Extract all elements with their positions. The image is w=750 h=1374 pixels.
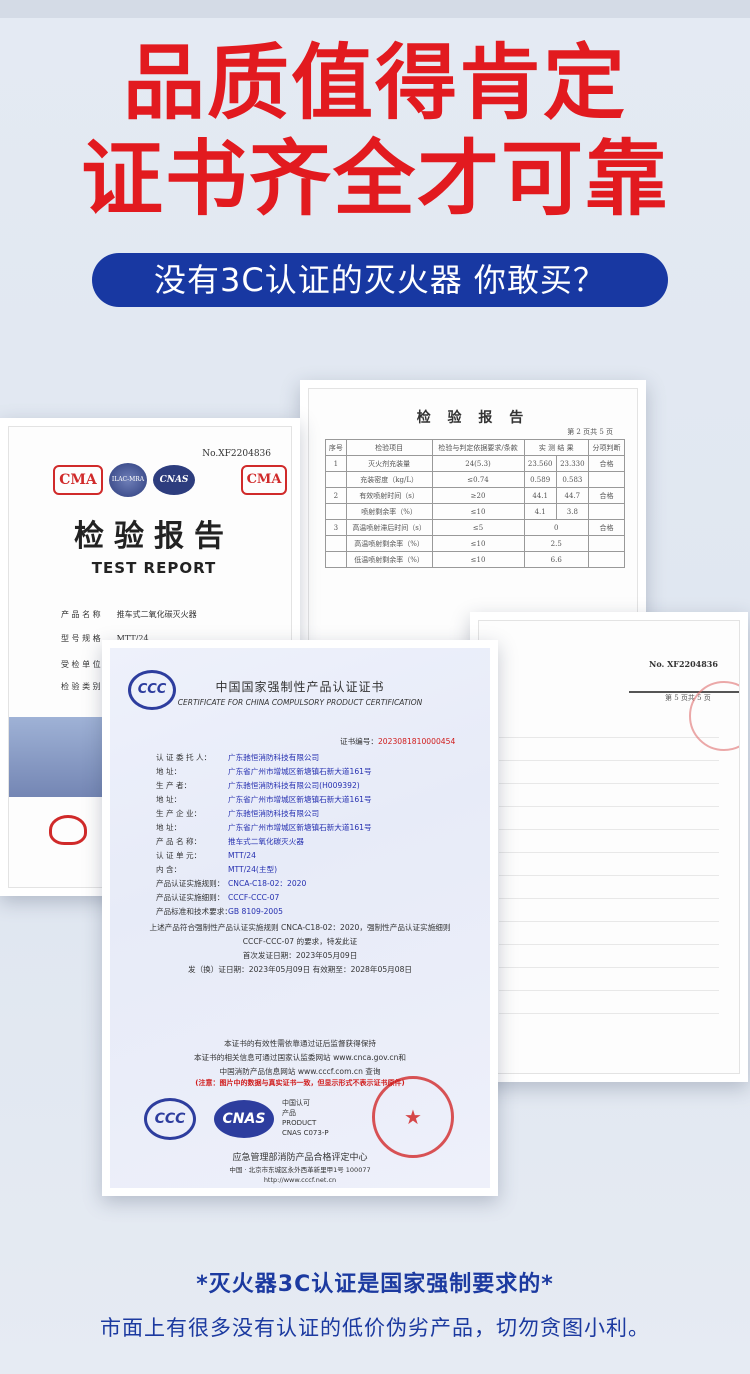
field-product-name: 产 品 名 称： 推车式二氧化碳灭火器: [156, 837, 304, 846]
statement-line-1: 上述产品符合强制性产品认证实施规则 CNCA-C18-02：2020，强制性产品…: [149, 923, 451, 932]
note-line-3: 中国消防产品信息网站 www.cccf.com.cn 查询: [219, 1067, 381, 1076]
field-manufacturer: 生 产 者： 广东驰恒消防科技有限公司(H009392): [156, 781, 360, 790]
warning-banner: 没有3C认证的灭火器 你敢买？: [92, 253, 668, 307]
top-bar: [0, 0, 750, 18]
field-includes: 内 含： MTT/24(主型): [156, 865, 278, 874]
headline-line-2: 证书齐全才可靠: [80, 132, 669, 227]
table-header: 检验与判定依据要求/条款: [431, 439, 525, 456]
quality-shield-icon: [49, 815, 87, 845]
field-address: 地 址： 广东省广州市增城区新塘镇石新大道161号: [156, 823, 372, 832]
headline-line-1: 品质值得肯定: [122, 36, 627, 131]
field-address: 地 址： 广东省广州市增城区新塘镇石新大道161号: [156, 767, 372, 776]
note-line-1: 本证书的有效性需依靠通过证后监督获得保持: [224, 1039, 376, 1048]
issuer-website: http://www.cccf.net.cn: [263, 1176, 337, 1184]
report-title: 检验报告: [74, 519, 234, 554]
report-table: 序号 检验项目 检验与判定依据要求/条款 实 测 结 果 分项判断 1 灭火剂充装…: [325, 439, 626, 568]
report-page: 第 2 页共 5 页: [567, 428, 613, 436]
ilac-mra-logo-icon: ILAC-MRA: [109, 463, 147, 497]
table-header: 实 测 结 果: [523, 439, 589, 456]
certificate-number: 证书编号：2023081810000454: [340, 737, 456, 746]
cnas-logo-icon: CNAS: [153, 465, 195, 495]
cnas-text: 中国认可 产品 PRODUCT CNAS C073-P: [282, 1099, 329, 1137]
test-report-page-2: 检 验 报 告 第 2 页共 5 页 序号 检验项目 检验与判定依据要求/条款 …: [300, 380, 646, 650]
statement-line-2: CCCF-CCC-07 的要求，特发此证: [242, 937, 358, 946]
bottom-headline: *灭火器3C认证是国家强制要求的*: [196, 1272, 554, 1297]
report-title: 检 验 报 告: [416, 410, 530, 426]
table-row: 喷射剩余率（%） ≤10 4.1 3.8: [325, 503, 626, 520]
certificate-title-en: CERTIFICATE FOR CHINA COMPULSORY PRODUCT…: [177, 698, 423, 707]
field-inspection-type: 检 验 类 别: [61, 682, 101, 691]
report-lines: [499, 715, 719, 1015]
note-line-2: 本证书的相关信息可通过国家认监委网站 www.cnca.gov.cn和: [193, 1053, 407, 1062]
table-header: 分项判断: [587, 439, 626, 456]
cma-logo-icon: CMA: [241, 465, 287, 495]
field-standard: 产品标准和技术要求：GB 8109-2005: [156, 907, 283, 916]
report-subtitle: TEST REPORT: [91, 559, 217, 577]
test-report-page-5: No. XF2204836 第 5 页共 5 页: [470, 612, 748, 1082]
first-issue-date: 首次发证日期：2023年05月09日: [242, 951, 358, 960]
field-unit: 认 证 单 元： MTT/24: [156, 851, 256, 860]
issuer-address: 中国 · 北京市东城区永外西革新里甲1号 100077: [229, 1166, 371, 1174]
field-inspected-unit: 受 检 单 位: [61, 660, 101, 669]
bottom-caption: 市面上有很多没有认证的低价伪劣产品，切勿贪图小利。: [100, 1316, 650, 1340]
ccc-logo-icon: CCC: [144, 1098, 196, 1140]
table-row: 高温喷射剩余率（%） ≤10 2.5: [325, 535, 626, 552]
table-header: 检验项目: [345, 439, 433, 456]
table-row: 3 高温喷射滞后时间（s） ≤5 0 合格: [325, 519, 626, 536]
official-seal-icon: ★: [372, 1076, 454, 1158]
report-number: No. XF2204836: [649, 659, 718, 669]
field-address: 地 址： 广东省广州市增城区新塘镇石新大道161号: [156, 795, 372, 804]
report-number: No.XF2204836: [202, 449, 271, 459]
table-row: 充装密度（kg/L） ≤0.74 0.589 0.583: [325, 471, 626, 488]
cnas-logo-icon: CNAS: [214, 1100, 274, 1138]
ccc-certificate: CCC 中国国家强制性产品认证证书 CERTIFICATE FOR CHINA …: [102, 640, 498, 1196]
table-header: 序号: [325, 439, 347, 456]
issuer: 应急管理部消防产品合格评定中心: [232, 1153, 368, 1163]
certificate-title-cn: 中国国家强制性产品认证证书: [215, 680, 385, 694]
field-factory: 生 产 企 业： 广东驰恒消防科技有限公司: [156, 809, 320, 818]
field-applicant: 认 证 委 托 人： 广东驰恒消防科技有限公司: [156, 753, 320, 762]
field-rule: 产品认证实施规则： CNCA-C18-02：2020: [156, 879, 307, 888]
field-product-name: 产 品 名 称 推车式二氧化碳灭火器: [61, 610, 197, 619]
table-row: 1 灭火剂充装量 24(5.3) 23.560 23.330 合格: [325, 455, 626, 472]
issue-validity: 发（换）证日期：2023年05月09日 有效期至：2028年05月08日: [188, 965, 412, 974]
table-row: 低温喷射剩余率（%） ≤10 6.6: [325, 551, 626, 568]
table-row: 2 有效喷射时间（s） ≥20 44.1 44.7 合格: [325, 487, 626, 504]
field-detail-rule: 产品认证实施细则： CCCF-CCC-07: [156, 893, 280, 902]
cma-logo-icon: CMA: [53, 465, 103, 495]
